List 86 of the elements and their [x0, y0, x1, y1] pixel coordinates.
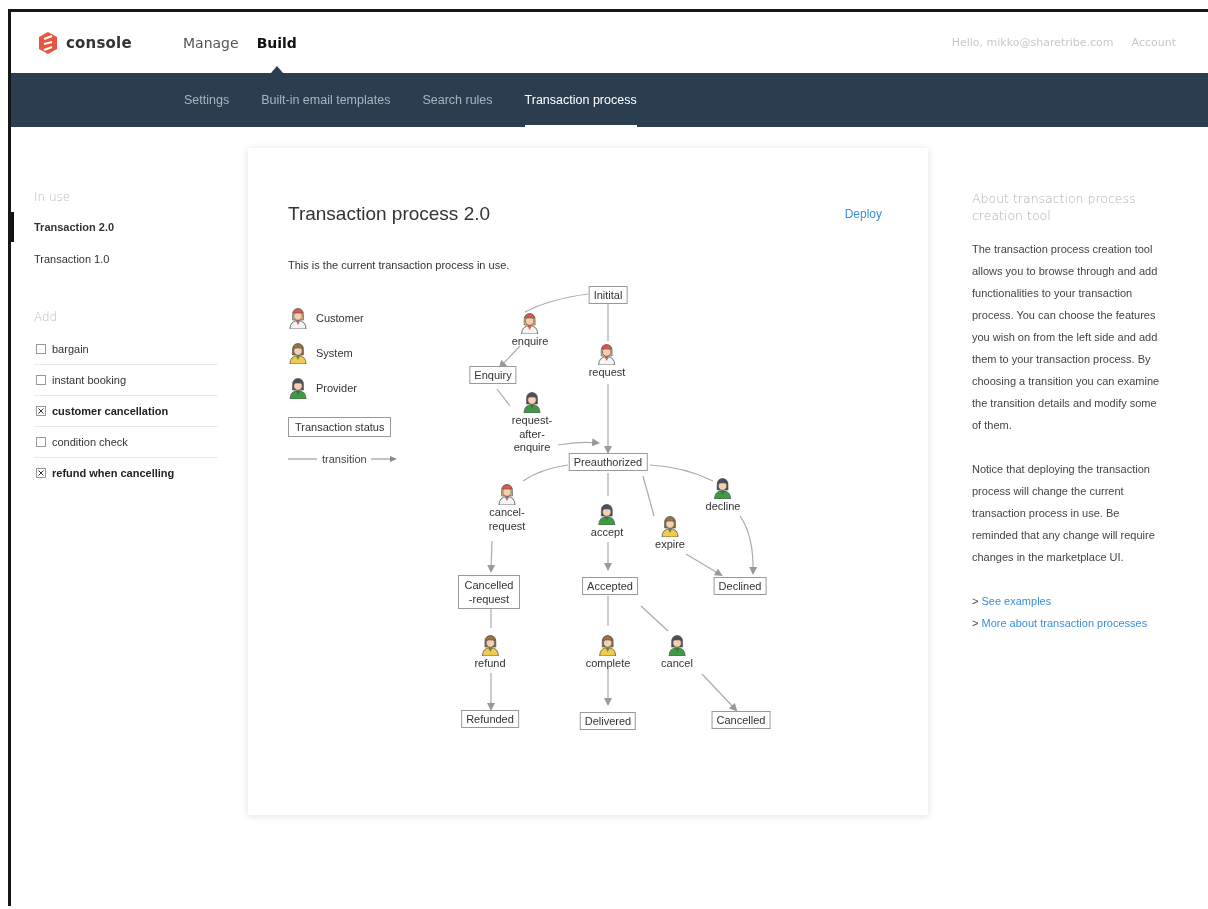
connector-line — [496, 388, 511, 407]
transition-label[interactable]: cancel-request — [485, 506, 529, 533]
arrow — [685, 553, 723, 577]
person-icon — [598, 634, 618, 656]
arrow — [487, 672, 495, 711]
arrow — [557, 438, 600, 447]
person-icon — [597, 343, 617, 365]
connector-line — [607, 303, 609, 342]
person-icon — [288, 342, 308, 364]
connector-line — [490, 606, 492, 629]
feature-label: refund when cancelling — [52, 467, 175, 479]
status-box[interactable]: Enquiry — [469, 366, 517, 384]
legend-label: Customer — [316, 312, 364, 324]
help-link[interactable]: More about transaction processes — [981, 617, 1148, 629]
person-icon — [667, 634, 687, 656]
person-icon — [288, 307, 308, 329]
transition-label[interactable]: request-after-enquire — [510, 414, 554, 455]
arrow — [739, 515, 758, 575]
person-icon — [288, 377, 308, 399]
nav-tab[interactable]: Manage — [183, 12, 239, 73]
panel-paragraph: Notice that deploying the transaction process will change the current transaction process in use. Be reminded that any change will require changes in the marketplace UI. — [972, 462, 1156, 565]
legend-line — [288, 456, 318, 462]
app-name: console — [66, 33, 132, 52]
subnav-tab[interactable]: Search rules — [422, 73, 493, 127]
legend-label: transition — [322, 453, 367, 465]
status-box[interactable]: Initital — [588, 286, 628, 304]
transition-label[interactable]: request — [588, 366, 626, 380]
arrow — [487, 540, 496, 573]
person-icon — [713, 477, 733, 499]
legend-status-box: Transaction status — [288, 417, 392, 437]
status-box[interactable]: Declined — [713, 577, 767, 595]
feature-label: customer cancellation — [52, 405, 169, 417]
connector-line — [524, 293, 589, 313]
status-box[interactable]: Preauthorized — [568, 453, 648, 471]
help-link[interactable]: See examples — [981, 595, 1052, 607]
person-icon — [497, 483, 517, 505]
link-prefix: > — [972, 595, 980, 607]
legend-label: Provider — [316, 382, 357, 394]
arrow — [604, 667, 612, 706]
arrow — [604, 541, 612, 571]
transition-label[interactable]: cancel — [661, 657, 693, 671]
legend-label: System — [316, 347, 353, 359]
arrow — [701, 673, 738, 712]
checkbox[interactable] — [36, 468, 46, 478]
checkbox[interactable] — [36, 344, 46, 354]
feature-label: instant booking — [52, 374, 126, 386]
checkbox[interactable] — [36, 437, 46, 447]
transition-label[interactable]: expire — [655, 538, 685, 552]
person-icon — [522, 391, 542, 413]
transition-label[interactable]: accept — [590, 526, 624, 540]
connector-line — [607, 595, 609, 627]
page-title: Transaction process 2.0 — [288, 203, 491, 225]
arrow — [498, 345, 521, 369]
checkbox[interactable] — [36, 375, 46, 385]
transition-label[interactable]: complete — [585, 657, 631, 671]
person-icon — [480, 634, 500, 656]
subnav-tab[interactable]: Settings — [184, 73, 230, 127]
description-text: This is the current transaction process in use. — [288, 259, 511, 271]
link-prefix: > — [972, 617, 980, 629]
status-box[interactable]: Cancelled — [711, 711, 771, 729]
connector-line — [640, 605, 669, 632]
person-icon — [660, 515, 680, 537]
status-box[interactable]: Accepted — [582, 577, 638, 595]
feature-label: bargain — [52, 343, 89, 355]
transition-label[interactable]: refund — [474, 657, 506, 671]
legend-arrow — [370, 455, 397, 463]
subnav-tab[interactable]: Transaction process — [524, 73, 637, 127]
process-item[interactable]: Transaction 1.0 — [11, 244, 218, 274]
status-box[interactable]: Cancelled -request — [458, 575, 520, 609]
deploy-link[interactable]: Deploy — [844, 207, 882, 221]
status-box[interactable]: Delivered — [579, 712, 637, 730]
panel-heading: About transaction process creation tool — [972, 190, 1137, 224]
subnav-tab[interactable]: Built-in email templates — [261, 73, 391, 127]
status-box[interactable]: Refunded — [461, 710, 519, 728]
connector-line — [607, 472, 609, 497]
panel-paragraph: The transaction process creation tool allows you to browse through and add functionalities to your transaction process. You can choose the features you wish on from the left side and add them to your transaction process. By choosing a transition you can examine the transition details and modify some of them. — [972, 242, 1161, 433]
arrow — [604, 383, 612, 454]
transition-label[interactable]: decline — [705, 500, 741, 514]
connector-line — [522, 464, 569, 482]
person-icon — [520, 312, 540, 334]
person-icon — [597, 503, 617, 525]
logo-icon — [38, 31, 58, 54]
process-item[interactable]: Transaction 2.0 — [11, 212, 218, 242]
checkbox[interactable] — [36, 406, 46, 416]
feature-label: condition check — [52, 436, 128, 448]
transition-label[interactable]: enquire — [511, 335, 549, 349]
